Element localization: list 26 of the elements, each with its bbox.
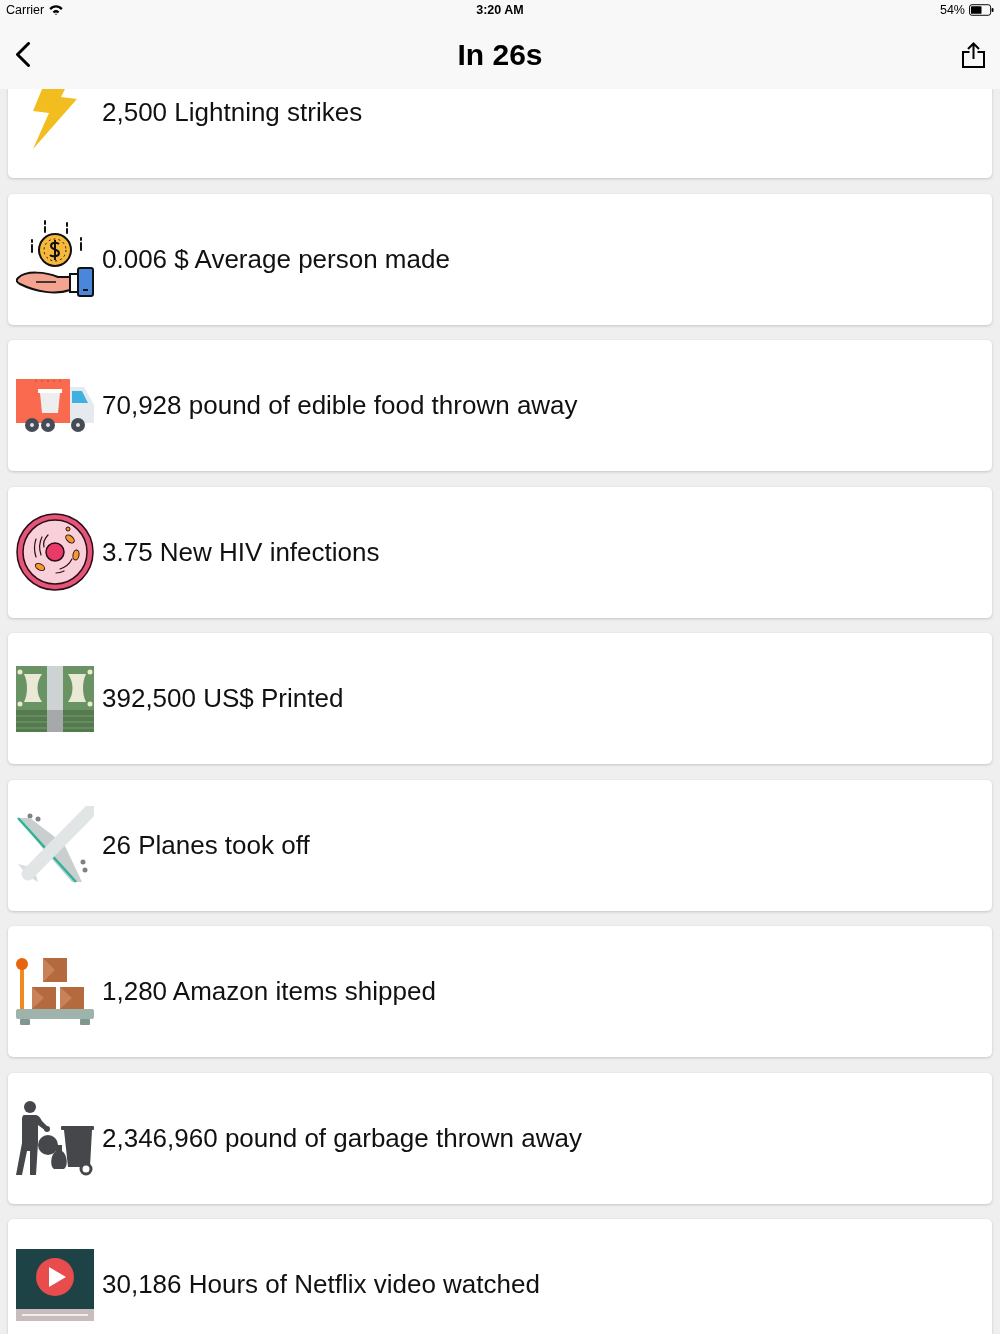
- person-with-trash-icon: [16, 1100, 94, 1176]
- cash-stack-icon: [16, 665, 94, 732]
- stat-label: 70,928 pound of edible food thrown away: [102, 389, 578, 422]
- truck-icon: [16, 378, 94, 433]
- stat-label: 2,346,960 pound of garbage thrown away: [102, 1121, 582, 1155]
- time-label: 3:20 AM: [476, 1, 524, 19]
- stat-label: 30,186 Hours of Netflix video watched: [102, 1268, 540, 1301]
- battery-icon: [969, 4, 994, 16]
- stat-label: 2,500 Lightning strikes: [102, 96, 363, 129]
- stat-label: 3.75 New HIV infections: [102, 535, 380, 569]
- boxes-on-scale-icon: [16, 958, 94, 1025]
- wifi-icon: [49, 5, 64, 15]
- stat-label: 0.006 $ Average person made: [102, 242, 450, 276]
- chevron-left-icon: [15, 42, 30, 67]
- airplane-icon: [16, 806, 94, 884]
- video-play-icon: [16, 1248, 94, 1321]
- stat-label: 26 Planes took off: [102, 828, 310, 862]
- screen-title: In 26s: [456, 39, 544, 70]
- stat-label: 1,280 Amazon items shipped: [102, 975, 436, 1008]
- carrier-label: Carrier: [6, 1, 45, 19]
- battery-percent: 54%: [939, 1, 965, 19]
- lightning-icon: [33, 89, 77, 149]
- share-icon: [962, 41, 985, 68]
- cell-icon: [16, 513, 94, 591]
- coin-hand-icon: [16, 220, 94, 298]
- stat-label: 392,500 US$ Printed: [102, 682, 344, 715]
